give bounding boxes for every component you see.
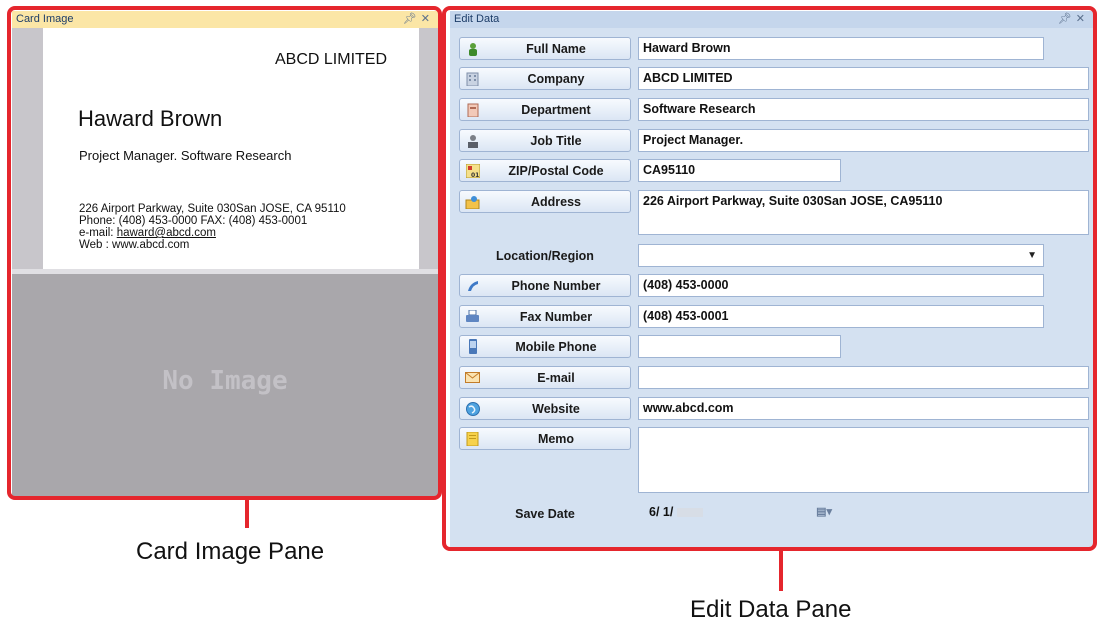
card-callout-leader <box>245 500 249 528</box>
edit-data-pane-caption: Edit Data Pane <box>690 596 852 623</box>
edit-callout-leader <box>779 551 783 591</box>
card-image-pane-callout <box>7 6 442 500</box>
edit-data-pane-callout <box>442 6 1097 551</box>
card-image-pane-caption: Card Image Pane <box>136 538 325 565</box>
